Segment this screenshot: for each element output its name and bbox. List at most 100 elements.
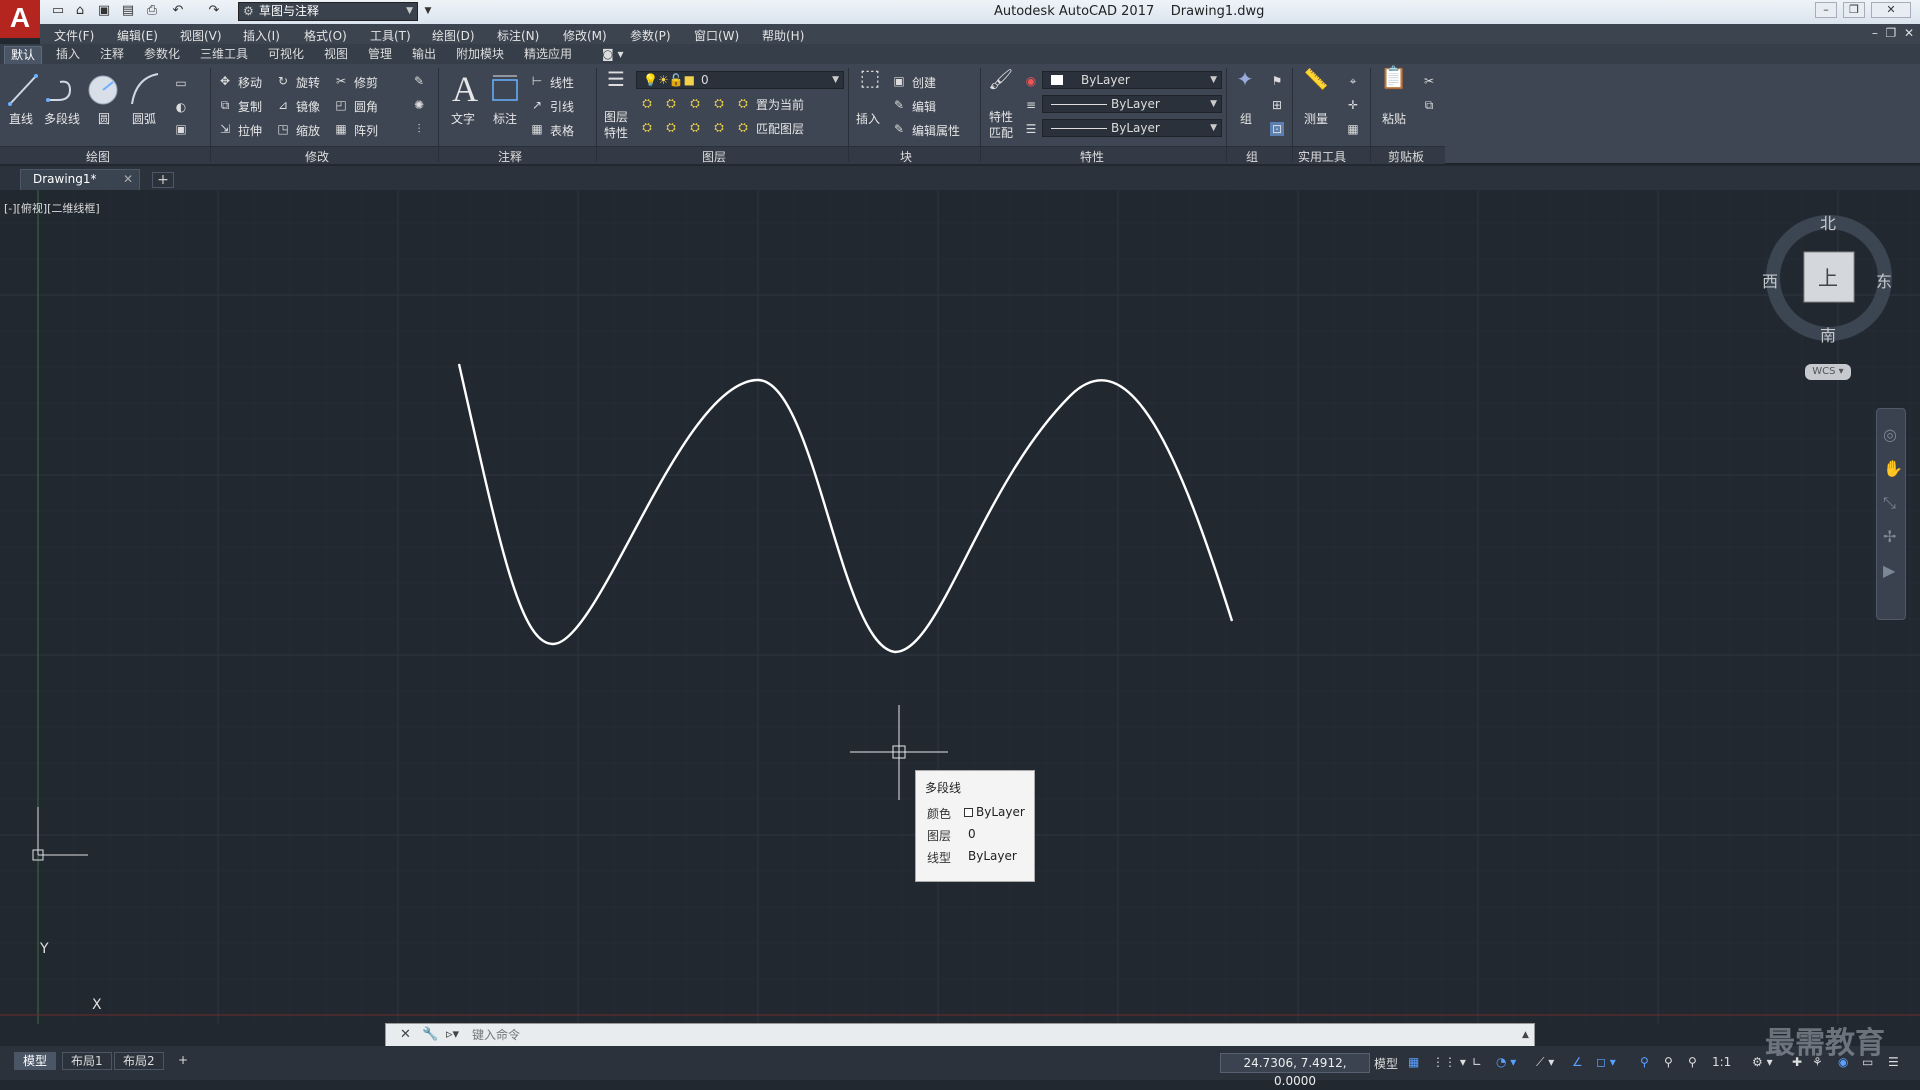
measure-button-label[interactable]: 测量 — [1304, 110, 1328, 127]
quick-select-icon[interactable]: ✛ — [1346, 98, 1360, 112]
menu-help[interactable]: 帮助(H) — [762, 27, 804, 44]
dimension-icon[interactable] — [490, 72, 520, 106]
menu-view[interactable]: 视图(V) — [180, 27, 222, 44]
match-properties-label-1[interactable]: 特性 — [989, 108, 1013, 125]
snap-icon[interactable]: ⋮⋮ ▾ — [1432, 1055, 1466, 1069]
scale-button[interactable]: 缩放 — [296, 122, 320, 139]
polyline-icon[interactable] — [44, 70, 80, 110]
menu-window[interactable]: 窗口(W) — [694, 27, 739, 44]
layer-dropdown[interactable]: 💡☀🔓■ 0 ▼ — [636, 71, 844, 89]
offset-icon[interactable]: ⫶ — [412, 122, 426, 136]
drawing-canvas[interactable]: [-][俯视][二维线框] Y X 北 南 西 东 上 WCS ▾ ◎ ✋ ⤡ … — [0, 190, 1920, 1024]
measure-icon[interactable]: 📏 — [1302, 69, 1330, 98]
layer-properties-label-2[interactable]: 特性 — [604, 124, 628, 141]
group-edit-icon[interactable]: ⊞ — [1270, 98, 1284, 112]
tab-insert[interactable]: 插入 — [50, 46, 86, 64]
tab-parametric[interactable]: 参数化 — [138, 46, 186, 64]
layer-tool-icon[interactable]: ⛭ — [688, 96, 702, 110]
tab-3d-tools[interactable]: 三维工具 — [194, 46, 254, 64]
layer-tool-icon[interactable]: ⛭ — [712, 96, 726, 110]
steering-wheel-icon[interactable]: ◎ — [1883, 425, 1897, 444]
dimension-button-label[interactable]: 标注 — [493, 110, 517, 127]
id-point-icon[interactable]: ⌖ — [1346, 74, 1360, 88]
command-input[interactable] — [472, 1026, 1512, 1044]
table-button[interactable]: 表格 — [550, 122, 574, 139]
layer-tool-icon[interactable]: ⛭ — [688, 120, 702, 134]
qat-dropdown-icon[interactable]: ▼ — [420, 3, 436, 19]
annotation-scale-icon[interactable]: ⚲ — [1688, 1055, 1697, 1069]
grid-icon[interactable]: ▦ — [1408, 1055, 1419, 1069]
polyline-curve[interactable] — [457, 363, 1234, 654]
annotation-visibility-icon[interactable]: ⚲ — [1640, 1055, 1649, 1069]
circle-button-label[interactable]: 圆 — [98, 110, 110, 127]
polar-icon[interactable]: ◔ ▾ — [1496, 1055, 1516, 1069]
cut-icon[interactable]: ✂ — [1422, 74, 1436, 88]
menu-format[interactable]: 格式(O) — [304, 27, 347, 44]
command-history-icon[interactable]: ▹▾ — [446, 1027, 459, 1042]
viewport-controls-label[interactable]: [-][俯视][二维线框] — [4, 200, 100, 216]
add-layout-button[interactable]: + — [170, 1052, 196, 1070]
tab-default[interactable]: 默认 — [4, 46, 43, 64]
text-button-label[interactable]: 文字 — [451, 110, 475, 127]
restore-button[interactable]: ❐ — [1843, 2, 1865, 18]
menu-insert[interactable]: 插入(I) — [243, 27, 280, 44]
tab-view[interactable]: 视图 — [318, 46, 354, 64]
auto-scale-icon[interactable]: ⚲ — [1664, 1055, 1673, 1069]
paste-button-label[interactable]: 粘贴 — [1382, 110, 1406, 127]
new-icon[interactable]: ▭ — [50, 3, 66, 19]
rotate-button[interactable]: 旋转 — [296, 74, 320, 91]
menu-edit[interactable]: 编辑(E) — [117, 27, 158, 44]
groups-panel-title[interactable]: 组 — [1246, 148, 1258, 165]
rectangle-icon[interactable]: ▭ — [174, 76, 188, 90]
ribbon-toggle-icon[interactable]: ◙ ▾ — [596, 46, 629, 64]
orbit-icon[interactable]: ✢ — [1883, 527, 1896, 546]
layer-tool-icon[interactable]: ⛭ — [664, 120, 678, 134]
compass-west[interactable]: 西 — [1762, 268, 1778, 292]
arc-icon[interactable] — [128, 70, 162, 110]
wcs-menu[interactable]: WCS ▾ — [1805, 364, 1851, 380]
arc-button-label[interactable]: 圆弧 — [132, 110, 156, 127]
erase-icon[interactable]: ✎ — [412, 74, 426, 88]
isodraft-icon[interactable]: ⟋ ▾ — [1536, 1055, 1554, 1070]
close-icon[interactable]: ✕ — [400, 1027, 411, 1042]
layer-tool-icon[interactable]: ⛭ — [712, 120, 726, 134]
group-icon[interactable]: ✦ — [1232, 69, 1258, 98]
zoom-extents-icon[interactable]: ⤡ — [1883, 493, 1896, 513]
layout-tab-model[interactable]: 模型 — [14, 1052, 57, 1070]
print-icon[interactable]: ⎙ — [144, 3, 160, 19]
linear-button[interactable]: 线性 — [550, 74, 574, 91]
insert-button-label[interactable]: 插入 — [856, 110, 880, 127]
tab-addins[interactable]: 附加模块 — [450, 46, 510, 64]
hatch-icon[interactable]: ◐ — [174, 100, 188, 114]
layer-properties-icon[interactable]: ☰ — [604, 69, 628, 96]
ortho-icon[interactable]: ∟ — [1472, 1055, 1482, 1069]
document-window-controls[interactable]: – ❐ ✕ — [1872, 26, 1914, 40]
calculator-icon[interactable]: ▦ — [1346, 122, 1360, 136]
save-icon[interactable]: ▣ — [96, 3, 112, 19]
stretch-button[interactable]: 拉伸 — [238, 122, 262, 139]
trim-button[interactable]: 修剪 — [354, 74, 378, 91]
viewcube-top-face[interactable]: 上 — [1818, 262, 1838, 291]
edit-block-button[interactable]: 编辑 — [912, 98, 936, 115]
undo-icon[interactable]: ↶ — [170, 3, 186, 19]
object-snap-icon[interactable]: ◻ ▾ — [1596, 1055, 1616, 1069]
open-icon[interactable]: ⌂ — [72, 3, 88, 19]
workspace-dropdown[interactable]: ⚙ 草图与注释 ▼ — [238, 2, 418, 21]
tab-annotate[interactable]: 注释 — [94, 46, 130, 64]
layout-tab-layout2[interactable]: 布局2 — [114, 1052, 164, 1070]
showmotion-icon[interactable]: ▶ — [1883, 561, 1895, 580]
properties-panel-title[interactable]: 特性 — [1080, 148, 1104, 165]
save-as-icon[interactable]: ▤ — [120, 3, 136, 19]
layout-tab-layout1[interactable]: 布局1 — [62, 1052, 112, 1070]
fillet-button[interactable]: 圆角 — [354, 98, 378, 115]
match-properties-icon[interactable]: 🖌 — [988, 69, 1013, 96]
close-icon[interactable]: ✕ — [123, 170, 133, 189]
new-tab-button[interactable]: + — [152, 172, 174, 188]
match-properties-label-2[interactable]: 匹配 — [989, 124, 1013, 141]
ungroup-icon[interactable]: ⚑ — [1270, 74, 1284, 88]
block-panel-title[interactable]: 块 — [900, 148, 912, 165]
tab-output[interactable]: 输出 — [406, 46, 442, 64]
pan-icon[interactable]: ✋ — [1883, 459, 1903, 478]
coordinates-display[interactable]: 24.7306, 7.4912, 0.0000 — [1220, 1053, 1370, 1088]
layer-tool-icon[interactable]: ⛭ — [664, 96, 678, 110]
